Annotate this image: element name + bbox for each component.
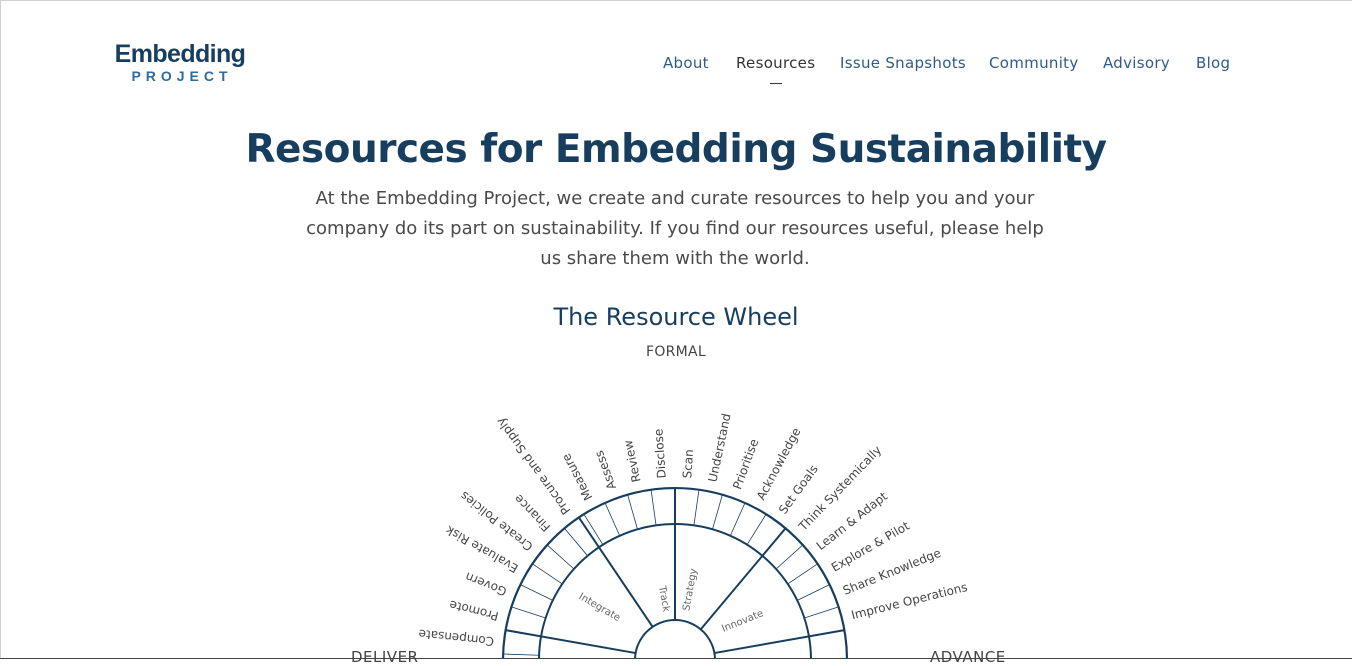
wheel-segment-tick	[650, 489, 657, 526]
wheel-inner-label[interactable]: Strategy	[681, 568, 699, 612]
wheel-outer-label[interactable]: Compensate	[418, 627, 495, 649]
wheel-segment-tick	[604, 502, 621, 536]
wheel-outer-label[interactable]: Prioritise	[730, 437, 761, 491]
wheel-outer-label[interactable]: Review	[621, 439, 644, 484]
wheel-section-divider	[505, 629, 636, 655]
wheel-outer-label[interactable]: Procure and Supply	[494, 415, 574, 517]
wheel-segment-tick	[746, 513, 767, 545]
wheel-outer-label[interactable]: Measure	[559, 451, 595, 503]
nav-resources[interactable]: Resources	[736, 54, 815, 72]
wheel-segment-tick	[775, 544, 804, 570]
wheel-outer-label[interactable]: Assess	[592, 449, 619, 492]
nav-community[interactable]: Community	[989, 54, 1079, 72]
wheel-axis-label-formal: FORMAL	[645, 344, 707, 360]
wheel-hub	[634, 619, 716, 659]
wheel-segment-tick	[787, 563, 818, 585]
wheel-section-divider	[699, 527, 787, 631]
wheel-outer-label[interactable]: Understand	[705, 412, 733, 483]
wheel-segment-tick	[804, 606, 839, 619]
wheel-segment-tick	[503, 653, 540, 656]
nav-issue-snapshots[interactable]: Issue Snapshots	[840, 54, 966, 72]
wheel-segment-tick	[505, 629, 542, 637]
wheel-inner-label[interactable]: Integrate	[577, 591, 622, 624]
wheel-segment-tick	[808, 629, 845, 637]
wheel-inner-ring	[538, 523, 812, 659]
window-top-border	[0, 0, 1352, 1]
wheel-segment-tick	[511, 606, 546, 619]
wheel-outer-ring	[501, 486, 849, 659]
wheel-outer-label[interactable]: Disclose	[651, 428, 668, 479]
wheel-segment-tick	[762, 527, 786, 557]
wheel-segment-tick	[627, 494, 638, 530]
nav-advisory[interactable]: Advisory	[1103, 54, 1170, 72]
wheel-middle-ring	[538, 523, 812, 659]
wheel-segment-tick	[693, 489, 700, 526]
page-title: Resources for Embedding Sustainability	[245, 127, 1107, 172]
intro-paragraph: At the Embedding Project, we create and …	[306, 188, 1044, 269]
wheel-segment-tick	[583, 513, 604, 545]
nav-blog[interactable]: Blog	[1196, 54, 1230, 72]
wheel-segment-tick	[520, 584, 553, 601]
wheel-outer-label[interactable]: Govern	[463, 569, 509, 598]
wheel-axis-label-deliver: DELIVER	[351, 648, 419, 666]
logo-wordmark-bottom: PROJECT	[131, 68, 233, 84]
wheel-segment-tick	[532, 563, 563, 585]
wheel-segment-tick	[564, 527, 588, 557]
nav-about[interactable]: About	[663, 54, 709, 72]
logo-wordmark-top: Embedding	[114, 40, 246, 68]
wheel-segment-tick	[729, 502, 746, 536]
wheel-axis-label-advance: ADVANCE	[930, 648, 1006, 666]
resource-wheel-title: The Resource Wheel	[553, 303, 799, 331]
wheel-outer-label[interactable]: Scan	[680, 449, 696, 479]
active-nav-indicator	[770, 83, 782, 84]
wheel-section-divider	[714, 629, 845, 655]
site-logo[interactable]: Embedding PROJECT	[112, 40, 248, 84]
wheel-outer-label[interactable]: Promote	[448, 598, 500, 624]
wheel-segment-tick	[712, 494, 723, 530]
wheel-segment-tick	[797, 584, 830, 601]
wheel-segment-tick	[546, 544, 575, 570]
wheel-inner-label[interactable]: Track	[656, 584, 672, 613]
wheel-inner-label[interactable]: Innovate	[720, 608, 765, 635]
